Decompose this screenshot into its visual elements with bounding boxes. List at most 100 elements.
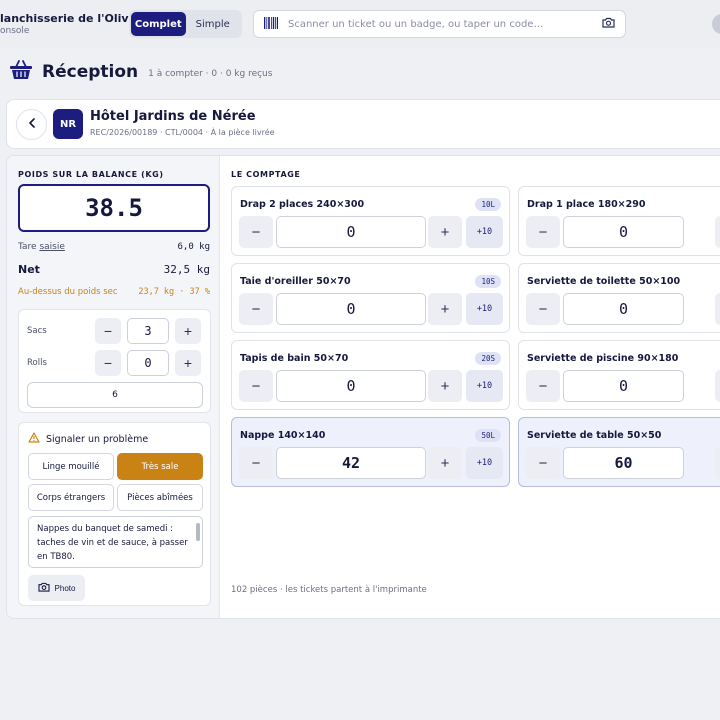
item-plus10-button[interactable]: +10 (466, 293, 503, 325)
problem-card: Signaler un problème Linge mouillé Très … (18, 422, 211, 606)
counting-label: LE COMPTAGE (231, 170, 301, 179)
item-quantity-field[interactable]: 42 (276, 447, 426, 479)
item-quantity-field[interactable]: 0 (276, 216, 426, 248)
counting-footer: 102 pièces · les tickets partent à l'imp… (231, 585, 427, 595)
item-quantity-field[interactable]: 0 (563, 370, 684, 402)
item-decrement-button[interactable]: − (239, 447, 273, 479)
item-name: Drap 1 place 180×290 (527, 199, 646, 210)
item-plus10-button[interactable]: +10 (466, 216, 503, 248)
item-card: Taie d'oreiller 50×70 10S − 0 + +10 (231, 263, 510, 333)
item-plus10-button[interactable]: +10 (466, 447, 503, 479)
basket-icon (10, 60, 32, 83)
chip-damaged-items[interactable]: Pièces abîmées (117, 484, 203, 511)
item-increment-button[interactable]: + (715, 293, 720, 325)
photo-button[interactable]: Photo (28, 575, 85, 601)
bags-total-field[interactable]: 6 (27, 382, 203, 408)
item-increment-button[interactable]: + (428, 216, 462, 248)
scan-input[interactable] (288, 18, 602, 30)
tare-value: 6,0 kg (177, 242, 210, 252)
item-tag: 50L (475, 429, 501, 442)
item-increment-button[interactable]: + (428, 447, 462, 479)
item-plus10-button[interactable]: +10 (466, 370, 503, 402)
item-decrement-button[interactable]: − (526, 216, 560, 248)
item-card: Serviette de table 50×50 − 60 + (518, 417, 720, 487)
tare-edit-link[interactable]: saisie (39, 242, 64, 252)
tare-label: Tare (18, 242, 37, 252)
mode-toggle: Complet Simple (129, 10, 242, 38)
item-card: Serviette de piscine 90×180 − 0 + (518, 340, 720, 410)
over-dry-weight-label: Au-dessus du poids sec (18, 287, 118, 297)
item-card: Drap 2 places 240×300 10L − 0 + +10 (231, 186, 510, 256)
item-increment-button[interactable]: + (715, 216, 720, 248)
over-dry-weight-row: Au-dessus du poids sec 23,7 kg · 37 % (18, 287, 210, 297)
item-decrement-button[interactable]: − (526, 370, 560, 402)
item-name: Serviette de piscine 90×180 (527, 353, 679, 364)
camera-icon (38, 582, 50, 594)
top-bar: lanchisserie de l'Oliveraie onsole Compl… (0, 0, 720, 48)
page-meta: 1 à compter · 0 · 0 kg reçus (148, 68, 273, 79)
avatar[interactable] (712, 14, 720, 34)
item-increment-button[interactable]: + (428, 293, 462, 325)
item-decrement-button[interactable]: − (526, 447, 560, 479)
chip-foreign-objects[interactable]: Corps étrangers (28, 484, 114, 511)
problem-title: Signaler un problème (46, 433, 149, 445)
net-label: Net (18, 263, 40, 276)
problem-note-field[interactable]: Nappes du banquet de samedi : taches de … (28, 516, 203, 568)
item-quantity-field[interactable]: 0 (563, 216, 684, 248)
item-card: Serviette de toilette 50×100 − 0 + (518, 263, 720, 333)
item-name: Serviette de toilette 50×100 (527, 276, 681, 287)
item-tag: 20S (475, 352, 501, 365)
client-card: NR Hôtel Jardins de Nérée REC/2026/00189… (6, 99, 720, 149)
sacs-row: Sacs − 3 + (27, 318, 205, 344)
barcode-icon (264, 16, 278, 32)
item-decrement-button[interactable]: − (239, 216, 273, 248)
client-meta: REC/2026/00189 · CTL/0004 · À la pièce l… (90, 128, 275, 137)
item-card: Drap 1 place 180×290 − 0 + (518, 186, 720, 256)
page-title: Réception (42, 61, 139, 82)
client-badge: NR (53, 109, 83, 139)
warning-icon (28, 432, 40, 446)
rolls-field[interactable]: 0 (127, 350, 169, 376)
problem-header: Signaler un problème (28, 432, 148, 446)
item-name: Drap 2 places 240×300 (240, 199, 365, 210)
item-decrement-button[interactable]: − (239, 293, 273, 325)
sacs-label: Sacs (27, 326, 47, 336)
net-value: 32,5 kg (163, 263, 210, 276)
problem-note-text: Nappes du banquet de samedi : taches de … (37, 524, 188, 562)
item-decrement-button[interactable]: − (526, 293, 560, 325)
item-quantity-field[interactable]: 0 (276, 293, 426, 325)
rolls-row: Rolls − 0 + (27, 350, 205, 376)
item-name: Tapis de bain 50×70 (240, 353, 349, 364)
photo-button-label: Photo (54, 583, 76, 593)
main-panel: POIDS SUR LA BALANCE (KG) 38.5 Tare sais… (6, 155, 720, 619)
item-card: Tapis de bain 50×70 20S − 0 + +10 (231, 340, 510, 410)
item-tag: 10L (475, 198, 501, 211)
rolls-decrement-button[interactable]: − (95, 350, 121, 376)
item-increment-button[interactable]: + (715, 447, 720, 479)
item-quantity-field[interactable]: 60 (563, 447, 684, 479)
sacs-decrement-button[interactable]: − (95, 318, 121, 344)
item-quantity-field[interactable]: 0 (276, 370, 426, 402)
back-button[interactable] (16, 109, 47, 140)
left-column: POIDS SUR LA BALANCE (KG) 38.5 Tare sais… (7, 156, 220, 618)
chip-very-dirty[interactable]: Très sale (117, 453, 203, 480)
item-decrement-button[interactable]: − (239, 370, 273, 402)
scale-weight-display[interactable]: 38.5 (18, 184, 210, 232)
camera-icon[interactable] (602, 17, 615, 31)
chip-wet-linen[interactable]: Linge mouillé (28, 453, 114, 480)
mode-simple-button[interactable]: Simple (186, 12, 241, 36)
sacs-field[interactable]: 3 (127, 318, 169, 344)
item-increment-button[interactable]: + (715, 370, 720, 402)
client-name: Hôtel Jardins de Nérée (90, 109, 256, 124)
sacs-increment-button[interactable]: + (175, 318, 201, 344)
item-increment-button[interactable]: + (428, 370, 462, 402)
net-row: Net 32,5 kg (18, 263, 210, 276)
tare-row: Tare saisie 6,0 kg (18, 242, 210, 252)
rolls-increment-button[interactable]: + (175, 350, 201, 376)
mode-complete-button[interactable]: Complet (131, 12, 186, 36)
bags-card: Sacs − 3 + Rolls − 0 + 6 (18, 309, 211, 413)
item-name: Nappe 140×140 (240, 430, 326, 441)
rolls-label: Rolls (27, 358, 47, 368)
item-quantity-field[interactable]: 0 (563, 293, 684, 325)
note-scrollbar[interactable] (196, 523, 200, 541)
